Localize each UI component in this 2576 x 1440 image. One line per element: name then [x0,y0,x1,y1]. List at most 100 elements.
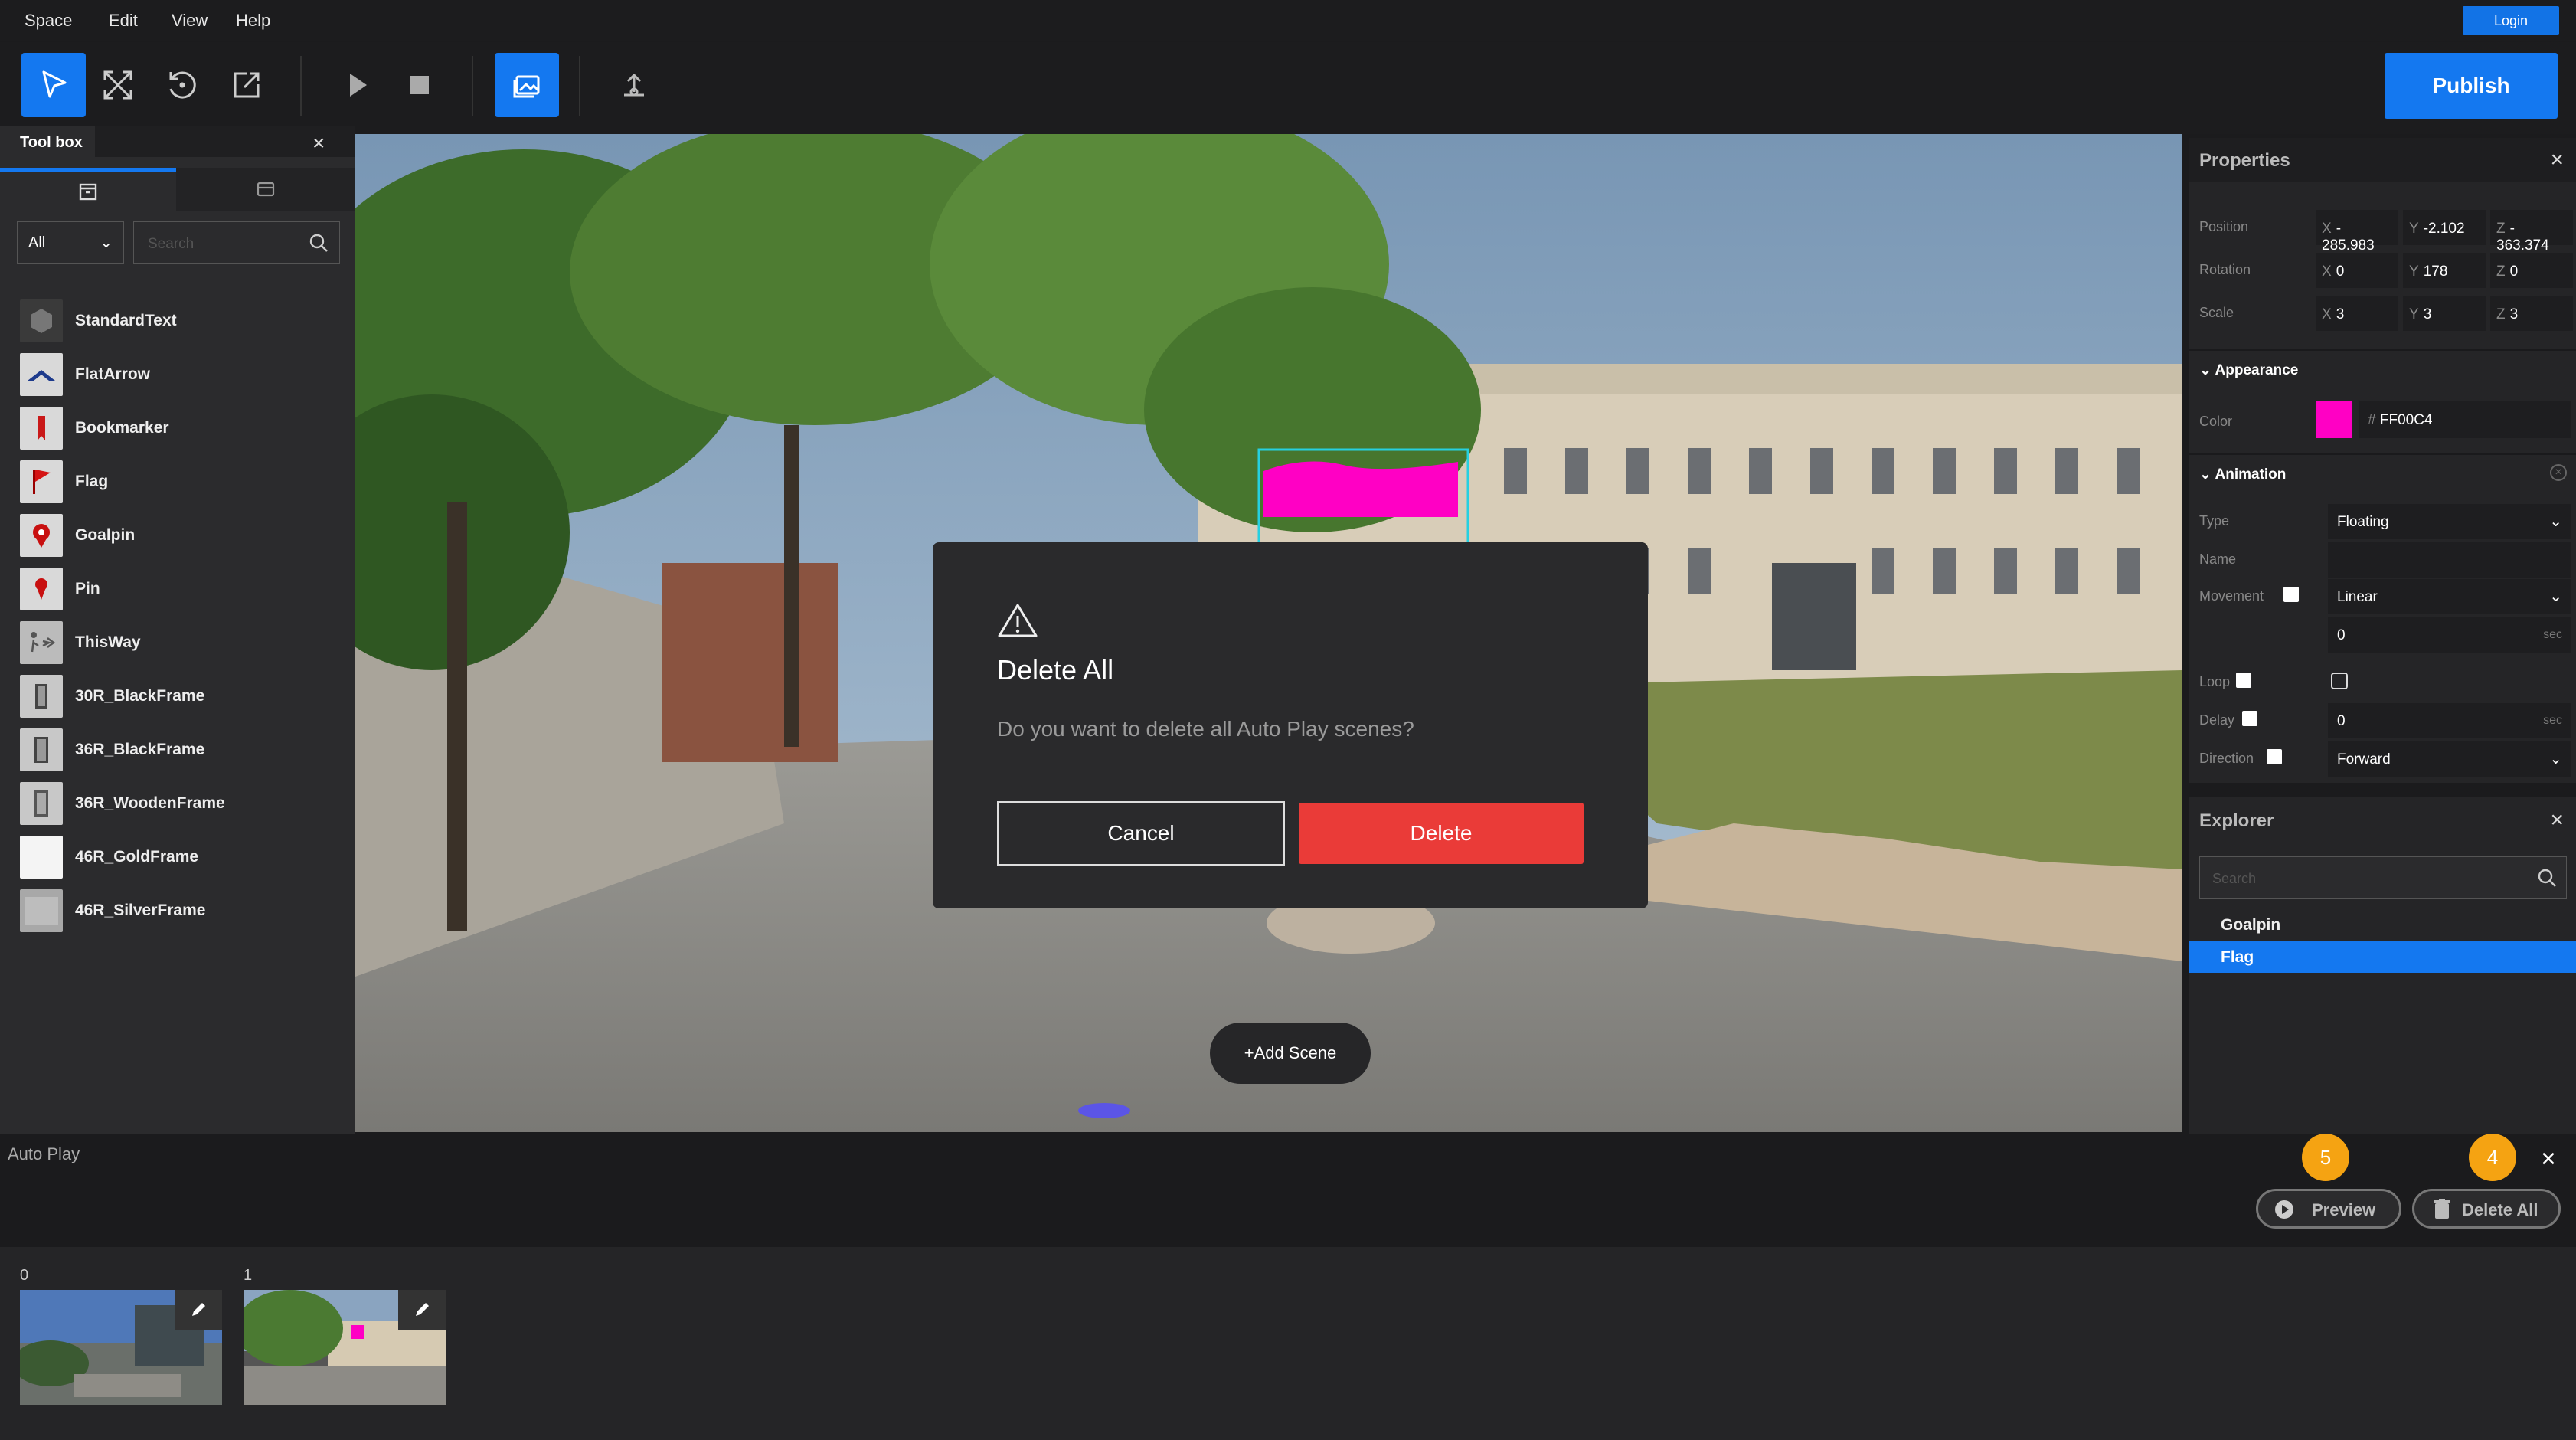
frame-icon [20,889,63,932]
chevron-down-icon: ⌄ [2549,588,2562,605]
edit-scene-button[interactable] [398,1290,446,1330]
scale-z-field[interactable]: Z3 [2490,296,2573,331]
search-placeholder: Search [2212,871,2257,886]
toolbox-item-label: 36R_WoodenFrame [75,794,225,812]
close-icon[interactable]: × [2541,1144,2556,1174]
arrow-icon [20,353,63,396]
animation-type-select[interactable]: Floating ⌄ [2328,504,2571,539]
chevron-down-icon: ⌄ [2549,751,2562,767]
close-icon[interactable]: × [2550,147,2564,173]
position-x-field[interactable]: X -285.983 [2316,210,2398,254]
toolbox-item-flag[interactable]: Flag [20,460,342,503]
scale-y-field[interactable]: Y3 [2403,296,2486,331]
toolbox-item-flatarrow[interactable]: FlatArrow [20,353,342,396]
menu-edit[interactable]: Edit [109,11,138,31]
filter-value: All [28,234,46,251]
toolbox-item-label: Pin [75,580,100,597]
rotate-icon [169,71,196,99]
login-button[interactable]: Login [2463,6,2559,35]
loop-checkbox[interactable] [2236,673,2251,688]
remove-icon[interactable]: × [2550,464,2567,481]
color-swatch[interactable] [2316,401,2352,438]
play-button[interactable] [325,53,389,117]
thisway-icon [20,621,63,664]
toolbox-search-input[interactable]: Search [133,221,340,264]
toolbox-item-30r-blackframe[interactable]: 30R_BlackFrame [20,675,342,718]
scene-index: 1 [244,1267,253,1284]
stop-icon [410,76,429,94]
delay-checkbox[interactable] [2242,711,2257,726]
close-icon[interactable]: × [312,131,325,155]
upload-tool-button[interactable] [602,53,666,117]
duration-input[interactable]: 0 sec [2328,617,2571,653]
menu-bar: Space Edit View Help Login [0,0,2576,41]
explorer-panel: Explorer × Search Goalpin Flag [2189,797,2576,1134]
image-icon [513,75,540,98]
rotation-x-field[interactable]: X0 [2316,253,2398,288]
explorer-search-input[interactable]: Search [2199,856,2567,899]
toolbox-item-label: 30R_BlackFrame [75,687,205,705]
toolbox-item-goalpin[interactable]: Goalpin [20,514,342,557]
movement-select[interactable]: Linear ⌄ [2328,579,2571,614]
appearance-section-header[interactable]: ⌄ Appearance [2189,349,2576,388]
select-tool-button[interactable] [21,53,86,117]
toolbox-tab[interactable]: Tool box [0,126,95,157]
tab-objects[interactable] [0,168,176,211]
toolbox-item-46r-silverframe[interactable]: 46R_SilverFrame [20,889,342,932]
menu-view[interactable]: View [172,11,208,31]
toolbox-panel: Tool box × All ⌄ Search StandardText Fla… [0,126,355,1134]
movement-checkbox[interactable] [2283,587,2299,602]
toolbox-item-label: StandardText [75,312,177,329]
toolbar: Publish [0,42,2576,134]
toolbox-item-label: 46R_GoldFrame [75,848,199,866]
scale-label: Scale [2199,305,2234,320]
delay-input[interactable]: 0 sec [2328,703,2571,738]
scale-tool-button[interactable] [214,53,279,117]
color-label: Color [2199,414,2233,429]
position-y-field[interactable]: Y -2.102 [2403,210,2486,245]
position-z-field[interactable]: Z -363.374 [2490,210,2573,254]
loop-toggle-checkbox[interactable] [2331,673,2348,689]
rotation-y-field[interactable]: Y 178 [2403,253,2486,288]
menu-help[interactable]: Help [236,11,270,31]
tab-library[interactable] [176,168,355,211]
color-hex-field[interactable]: # FF00C4 [2359,401,2571,438]
toolbar-divider [579,56,580,116]
goalpin-icon [20,514,63,557]
menu-space[interactable]: Space [25,11,72,31]
position-label: Position [2199,219,2249,234]
publish-button[interactable]: Publish [2385,53,2558,119]
scale-x-field[interactable]: X3 [2316,296,2398,331]
animation-section-header[interactable]: ⌄ Animation × [2189,453,2576,492]
preview-button[interactable]: Preview [2256,1189,2401,1229]
toolbox-item-46r-goldframe[interactable]: 46R_GoldFrame [20,836,342,879]
toolbox-item-pin[interactable]: Pin [20,568,342,610]
toolbox-item-bookmarker[interactable]: Bookmarker [20,407,342,450]
edit-scene-button[interactable] [175,1290,222,1330]
properties-panel: Properties × Position X -285.983 Y -2.102 … [2189,138,2576,783]
scene-thumbnail[interactable] [244,1290,446,1405]
move-tool-button[interactable] [86,53,150,117]
scene-index: 0 [20,1267,29,1284]
trash-icon [2434,1199,2450,1219]
explorer-item-goalpin[interactable]: Goalpin [2189,908,2576,941]
delete-all-button[interactable]: Delete All [2412,1189,2561,1229]
toolbox-item-thisway[interactable]: ThisWay [20,621,342,664]
image-tool-button[interactable] [495,53,559,117]
toolbox-item-36r-woodenframe[interactable]: 36R_WoodenFrame [20,782,342,825]
toolbox-item-36r-blackframe[interactable]: 36R_BlackFrame [20,728,342,771]
explorer-item-flag[interactable]: Flag [2189,941,2576,973]
scene-thumbnail[interactable] [20,1290,222,1405]
direction-select[interactable]: Forward ⌄ [2328,741,2571,777]
rotation-z-field[interactable]: Z0 [2490,253,2573,288]
toolbox-item-standardtext[interactable]: StandardText [20,299,342,342]
rotate-tool-button[interactable] [150,53,214,117]
direction-checkbox[interactable] [2267,749,2282,764]
delete-button[interactable]: Delete [1299,803,1584,864]
add-scene-button[interactable]: +Add Scene [1210,1023,1371,1084]
stop-button[interactable] [387,53,452,117]
animation-name-input[interactable] [2328,542,2571,578]
cancel-button[interactable]: Cancel [997,801,1285,866]
category-filter-select[interactable]: All ⌄ [17,221,124,264]
close-icon[interactable]: × [2550,807,2564,833]
